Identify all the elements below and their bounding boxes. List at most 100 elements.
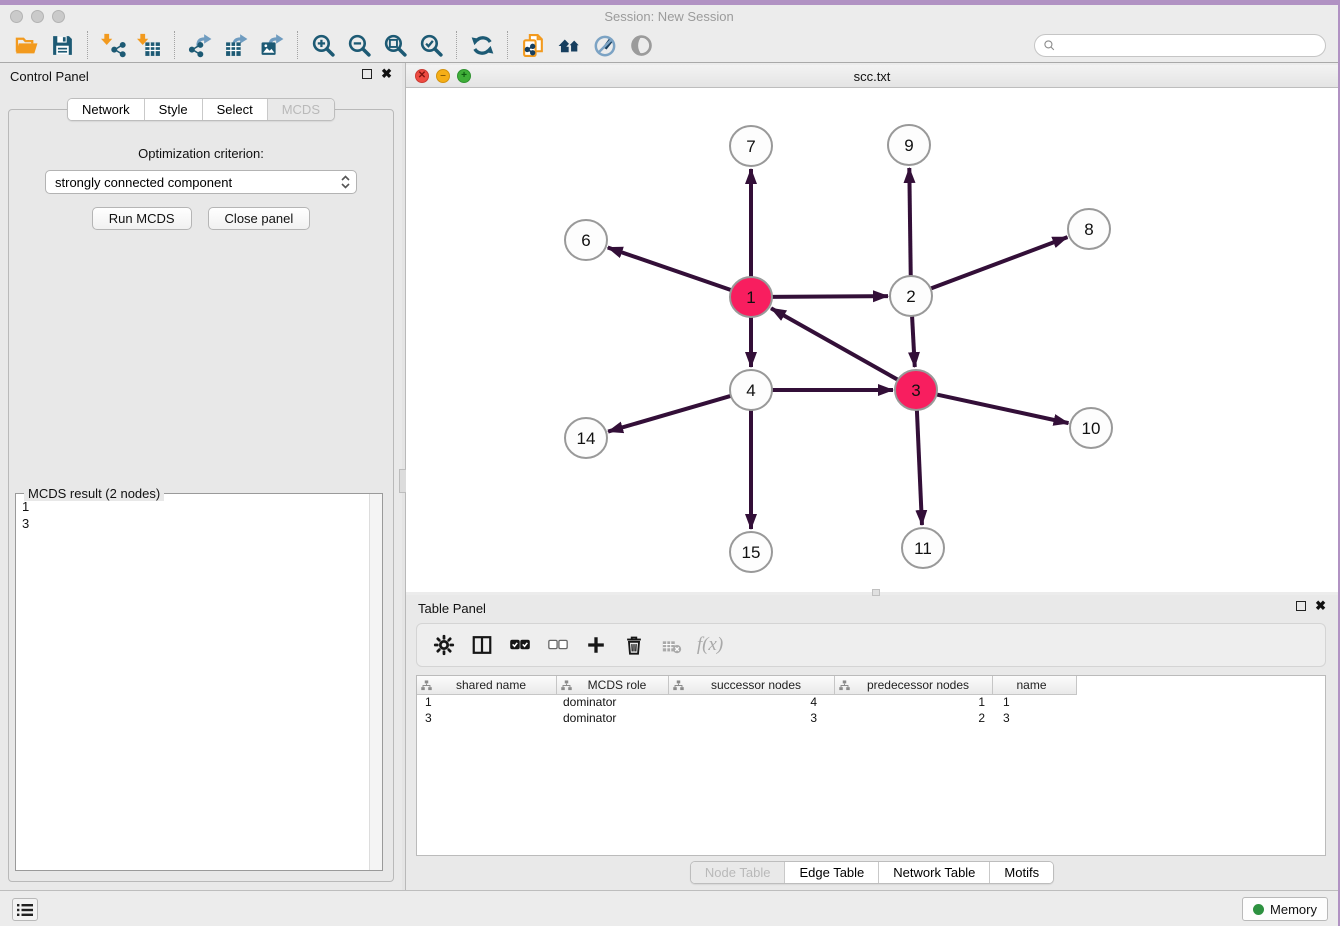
cell-predecessor-nodes[interactable]: 1 (835, 695, 993, 711)
graph-node-14[interactable]: 14 (565, 418, 607, 458)
cell-MCDS-role[interactable]: dominator (557, 711, 669, 727)
open-session-icon (14, 33, 39, 58)
svg-text:9: 9 (904, 136, 913, 155)
tab-network-table[interactable]: Network Table (878, 862, 989, 883)
cell-successor-nodes[interactable]: 4 (669, 695, 835, 711)
hide-annotations-button[interactable] (587, 30, 623, 60)
graph-node-15[interactable]: 15 (730, 532, 772, 572)
delete-column-button[interactable] (617, 629, 651, 661)
graph-edge-1-6[interactable] (608, 248, 733, 291)
toolbar-separator (87, 31, 88, 59)
apply-layout-button[interactable] (464, 30, 500, 60)
open-session-button[interactable] (8, 30, 44, 60)
control-panel-header: Control Panel ✖ (0, 63, 402, 89)
graph-node-11[interactable]: 11 (902, 528, 944, 568)
graph-node-8[interactable]: 8 (1068, 209, 1110, 249)
close-table-panel-icon[interactable]: ✖ (1315, 601, 1326, 611)
graph-node-6[interactable]: 6 (565, 220, 607, 260)
graph-node-7[interactable]: 7 (730, 126, 772, 166)
cell-predecessor-nodes[interactable]: 2 (835, 711, 993, 727)
deselect-all-columns-button[interactable] (541, 629, 575, 661)
zoom-selected-button[interactable] (413, 30, 449, 60)
graph-node-10[interactable]: 10 (1070, 408, 1112, 448)
graph-edge-2-3[interactable] (912, 315, 915, 367)
export-network-button[interactable] (182, 30, 218, 60)
save-session-button[interactable] (44, 30, 80, 60)
memory-button[interactable]: Memory (1242, 897, 1328, 921)
graph-edge-4-14[interactable] (608, 395, 733, 431)
cell-MCDS-role[interactable]: dominator (557, 695, 669, 711)
delete-table-button[interactable] (655, 629, 689, 661)
close-panel-button[interactable]: Close panel (208, 207, 311, 230)
deselect-all-columns-icon (547, 634, 569, 656)
show-graphics-details-button[interactable] (623, 30, 659, 60)
graph-node-1[interactable]: 1 (730, 277, 772, 317)
settings-icon (433, 634, 455, 656)
tab-motifs[interactable]: Motifs (989, 862, 1053, 883)
mcds-tab-pane: Optimization criterion: strongly connect… (8, 109, 394, 882)
cell-shared-name[interactable]: 3 (417, 711, 557, 727)
tab-style[interactable]: Style (144, 99, 202, 120)
column-header-predecessor-nodes[interactable]: predecessor nodes (835, 676, 993, 695)
graph-edge-2-9[interactable] (909, 168, 910, 277)
control-panel: Control Panel ✖ NetworkStyleSelectMCDS O… (0, 63, 402, 890)
zoom-in-button[interactable] (305, 30, 341, 60)
graph-edge-1-2[interactable] (770, 296, 888, 297)
column-header-name[interactable]: name (993, 676, 1077, 695)
column-header-shared-name[interactable]: shared name (417, 676, 557, 695)
graph-node-4[interactable]: 4 (730, 370, 772, 410)
mcds-result-text[interactable]: 1 3 (16, 494, 382, 870)
tab-select[interactable]: Select (202, 99, 267, 120)
first-neighbors-button[interactable] (551, 30, 587, 60)
float-panel-icon[interactable] (362, 69, 372, 79)
task-history-button[interactable] (12, 898, 38, 921)
zoom-out-button[interactable] (341, 30, 377, 60)
apply-layout-icon (470, 33, 495, 58)
cell-shared-name[interactable]: 1 (417, 695, 557, 711)
delete-table-icon (661, 634, 683, 656)
settings-button[interactable] (427, 629, 461, 661)
table-row[interactable]: 1dominator411 (417, 695, 1325, 711)
graph-edge-2-8[interactable] (929, 237, 1068, 289)
add-column-button[interactable] (579, 629, 613, 661)
tab-network[interactable]: Network (68, 99, 144, 120)
graph-node-9[interactable]: 9 (888, 125, 930, 165)
graph-edge-3-1[interactable] (771, 308, 899, 380)
cell-name[interactable]: 3 (993, 711, 1077, 727)
export-image-button[interactable] (254, 30, 290, 60)
split-resize-knob[interactable] (872, 589, 880, 596)
graph-edge-3-11[interactable] (917, 409, 922, 525)
column-layout-button[interactable] (465, 629, 499, 661)
column-header-successor-nodes[interactable]: successor nodes (669, 676, 835, 695)
tab-edge-table[interactable]: Edge Table (784, 862, 878, 883)
tab-node-table[interactable]: Node Table (691, 862, 785, 883)
export-network-icon (188, 33, 213, 58)
close-panel-icon[interactable]: ✖ (381, 69, 392, 79)
float-table-panel-icon[interactable] (1296, 601, 1306, 611)
table-row[interactable]: 3dominator323 (417, 711, 1325, 727)
zoom-fit-button[interactable] (377, 30, 413, 60)
run-mcds-button[interactable]: Run MCDS (92, 207, 192, 230)
criterion-value: strongly connected component (55, 175, 339, 190)
cell-successor-nodes[interactable]: 3 (669, 711, 835, 727)
network-canvas[interactable]: 1 2 3 4 6 7 8 9 10 11 14 15 (406, 88, 1338, 592)
import-network-button[interactable] (95, 30, 131, 60)
graph-edge-3-10[interactable] (935, 394, 1069, 423)
graph-node-3[interactable]: 3 (895, 370, 937, 410)
import-table-button[interactable] (131, 30, 167, 60)
select-all-columns-button[interactable] (503, 629, 537, 661)
copy-network-button[interactable] (515, 30, 551, 60)
search-input[interactable] (1061, 38, 1317, 52)
graph-node-2[interactable]: 2 (890, 276, 932, 316)
optimization-criterion-label: Optimization criterion: (9, 146, 393, 161)
column-header-MCDS-role[interactable]: MCDS role (557, 676, 669, 695)
memory-status-icon (1253, 904, 1264, 915)
result-scrollbar[interactable] (369, 494, 382, 870)
cell-name[interactable]: 1 (993, 695, 1077, 711)
tab-mcds[interactable]: MCDS (267, 99, 334, 120)
search-box[interactable] (1034, 34, 1326, 57)
criterion-select[interactable]: strongly connected component (45, 170, 357, 194)
export-table-button[interactable] (218, 30, 254, 60)
svg-text:6: 6 (581, 231, 590, 250)
function-builder-button[interactable]: f(x) (693, 629, 727, 661)
